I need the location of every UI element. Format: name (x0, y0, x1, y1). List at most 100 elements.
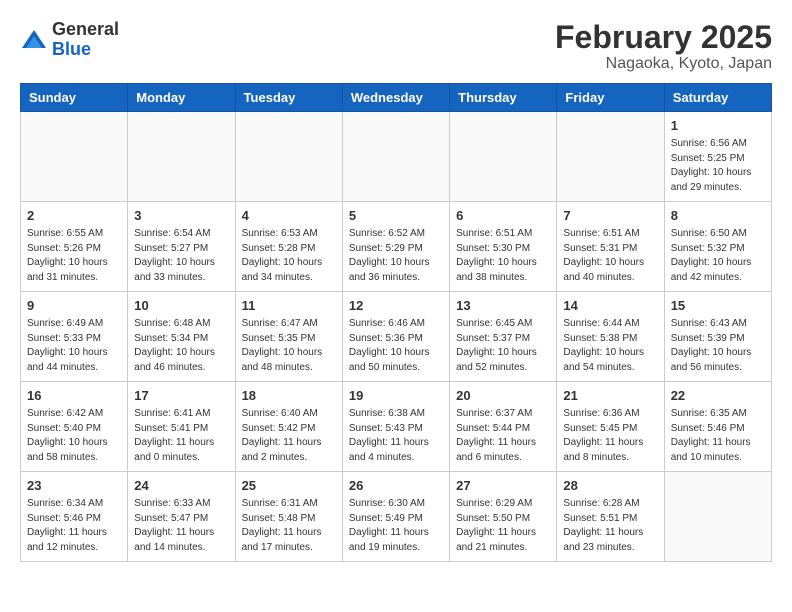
calendar-cell: 5 Sunrise: 6:52 AM Sunset: 5:29 PM Daylig… (342, 202, 449, 292)
calendar-cell: 3 Sunrise: 6:54 AM Sunset: 5:27 PM Daylig… (128, 202, 235, 292)
day-number: 13 (456, 297, 550, 315)
weekday-header-tuesday: Tuesday (235, 84, 342, 112)
calendar-cell: 12 Sunrise: 6:46 AM Sunset: 5:36 PM Dayli… (342, 292, 449, 382)
week-row-2: 2 Sunrise: 6:55 AM Sunset: 5:26 PM Daylig… (21, 202, 772, 292)
weekday-header-saturday: Saturday (664, 84, 771, 112)
calendar-cell (128, 112, 235, 202)
day-number: 11 (242, 297, 336, 315)
calendar-cell: 26Sunrise: 6:30 AM Sunset: 5:49 PM Dayli… (342, 472, 449, 562)
day-info: Sunrise: 6:28 AM Sunset: 5:51 PM Dayligh… (563, 497, 657, 555)
logo: General Blue (20, 20, 119, 60)
calendar-cell (235, 112, 342, 202)
weekday-header-sunday: Sunday (21, 84, 128, 112)
calendar-body: 1Sunrise: 6:56 AM Sunset: 5:25 PM Daylig… (21, 112, 772, 562)
calendar-cell: 17 Sunrise: 6:41 AM Sunset: 5:41 PM Dayli… (128, 382, 235, 472)
day-number: 15 (671, 297, 765, 315)
calendar-cell: 9Sunrise: 6:49 AM Sunset: 5:33 PM Daylig… (21, 292, 128, 382)
day-info: Sunrise: 6:33 AM Sunset: 5:47 PM Dayligh… (134, 497, 228, 555)
day-info: Sunrise: 6:51 AM Sunset: 5:31 PM Dayligh… (563, 227, 657, 285)
location-title: Nagaoka, Kyoto, Japan (555, 55, 772, 73)
weekday-header-monday: Monday (128, 84, 235, 112)
weekday-header-wednesday: Wednesday (342, 84, 449, 112)
day-number: 16 (27, 387, 121, 405)
calendar: SundayMondayTuesdayWednesdayThursdayFrid… (20, 83, 772, 562)
day-info: Sunrise: 6:56 AM Sunset: 5:25 PM Dayligh… (671, 137, 765, 195)
week-row-3: 9Sunrise: 6:49 AM Sunset: 5:33 PM Daylig… (21, 292, 772, 382)
day-info: Sunrise: 6:42 AM Sunset: 5:40 PM Dayligh… (27, 407, 121, 465)
calendar-cell (557, 112, 664, 202)
day-number: 4 (242, 207, 336, 225)
calendar-cell: 13 Sunrise: 6:45 AM Sunset: 5:37 PM Dayli… (450, 292, 557, 382)
day-info: Sunrise: 6:46 AM Sunset: 5:36 PM Dayligh… (349, 317, 443, 375)
day-number: 12 (349, 297, 443, 315)
calendar-cell: 20 Sunrise: 6:37 AM Sunset: 5:44 PM Dayli… (450, 382, 557, 472)
day-info: Sunrise: 6:37 AM Sunset: 5:44 PM Dayligh… (456, 407, 550, 465)
calendar-cell: 1Sunrise: 6:56 AM Sunset: 5:25 PM Daylig… (664, 112, 771, 202)
calendar-cell: 23 Sunrise: 6:34 AM Sunset: 5:46 PM Dayli… (21, 472, 128, 562)
calendar-cell: 10 Sunrise: 6:48 AM Sunset: 5:34 PM Dayli… (128, 292, 235, 382)
calendar-cell: 22 Sunrise: 6:35 AM Sunset: 5:46 PM Dayli… (664, 382, 771, 472)
calendar-cell: 7 Sunrise: 6:51 AM Sunset: 5:31 PM Daylig… (557, 202, 664, 292)
day-number: 22 (671, 387, 765, 405)
calendar-cell: 18 Sunrise: 6:40 AM Sunset: 5:42 PM Dayli… (235, 382, 342, 472)
calendar-cell: 4Sunrise: 6:53 AM Sunset: 5:28 PM Daylig… (235, 202, 342, 292)
day-number: 23 (27, 477, 121, 495)
weekday-header-friday: Friday (557, 84, 664, 112)
day-number: 8 (671, 207, 765, 225)
page-header: General Blue February 2025 Nagaoka, Kyot… (20, 20, 772, 73)
calendar-cell: 16 Sunrise: 6:42 AM Sunset: 5:40 PM Dayli… (21, 382, 128, 472)
day-number: 25 (242, 477, 336, 495)
day-number: 20 (456, 387, 550, 405)
month-title: February 2025 (555, 20, 772, 55)
calendar-cell (664, 472, 771, 562)
day-number: 7 (563, 207, 657, 225)
day-info: Sunrise: 6:54 AM Sunset: 5:27 PM Dayligh… (134, 227, 228, 285)
day-info: Sunrise: 6:40 AM Sunset: 5:42 PM Dayligh… (242, 407, 336, 465)
logo-icon (20, 26, 48, 54)
day-number: 10 (134, 297, 228, 315)
day-info: Sunrise: 6:51 AM Sunset: 5:30 PM Dayligh… (456, 227, 550, 285)
day-info: Sunrise: 6:48 AM Sunset: 5:34 PM Dayligh… (134, 317, 228, 375)
calendar-cell: 2 Sunrise: 6:55 AM Sunset: 5:26 PM Daylig… (21, 202, 128, 292)
day-number: 6 (456, 207, 550, 225)
day-info: Sunrise: 6:38 AM Sunset: 5:43 PM Dayligh… (349, 407, 443, 465)
calendar-cell (450, 112, 557, 202)
day-info: Sunrise: 6:29 AM Sunset: 5:50 PM Dayligh… (456, 497, 550, 555)
day-info: Sunrise: 6:47 AM Sunset: 5:35 PM Dayligh… (242, 317, 336, 375)
week-row-4: 16 Sunrise: 6:42 AM Sunset: 5:40 PM Dayli… (21, 382, 772, 472)
day-info: Sunrise: 6:45 AM Sunset: 5:37 PM Dayligh… (456, 317, 550, 375)
day-info: Sunrise: 6:36 AM Sunset: 5:45 PM Dayligh… (563, 407, 657, 465)
day-info: Sunrise: 6:35 AM Sunset: 5:46 PM Dayligh… (671, 407, 765, 465)
calendar-cell: 27 Sunrise: 6:29 AM Sunset: 5:50 PM Dayli… (450, 472, 557, 562)
day-number: 3 (134, 207, 228, 225)
calendar-cell (342, 112, 449, 202)
calendar-header: SundayMondayTuesdayWednesdayThursdayFrid… (21, 84, 772, 112)
day-info: Sunrise: 6:43 AM Sunset: 5:39 PM Dayligh… (671, 317, 765, 375)
title-area: February 2025 Nagaoka, Kyoto, Japan (555, 20, 772, 73)
day-number: 28 (563, 477, 657, 495)
day-info: Sunrise: 6:49 AM Sunset: 5:33 PM Dayligh… (27, 317, 121, 375)
day-number: 2 (27, 207, 121, 225)
week-row-1: 1Sunrise: 6:56 AM Sunset: 5:25 PM Daylig… (21, 112, 772, 202)
day-info: Sunrise: 6:31 AM Sunset: 5:48 PM Dayligh… (242, 497, 336, 555)
day-number: 26 (349, 477, 443, 495)
weekday-row: SundayMondayTuesdayWednesdayThursdayFrid… (21, 84, 772, 112)
calendar-cell: 15 Sunrise: 6:43 AM Sunset: 5:39 PM Dayli… (664, 292, 771, 382)
day-number: 27 (456, 477, 550, 495)
calendar-cell: 6 Sunrise: 6:51 AM Sunset: 5:30 PM Daylig… (450, 202, 557, 292)
day-info: Sunrise: 6:52 AM Sunset: 5:29 PM Dayligh… (349, 227, 443, 285)
weekday-header-thursday: Thursday (450, 84, 557, 112)
logo-blue: Blue (52, 39, 91, 59)
day-info: Sunrise: 6:41 AM Sunset: 5:41 PM Dayligh… (134, 407, 228, 465)
day-number: 19 (349, 387, 443, 405)
day-number: 18 (242, 387, 336, 405)
day-info: Sunrise: 6:55 AM Sunset: 5:26 PM Dayligh… (27, 227, 121, 285)
day-number: 24 (134, 477, 228, 495)
day-number: 17 (134, 387, 228, 405)
calendar-cell: 25 Sunrise: 6:31 AM Sunset: 5:48 PM Dayli… (235, 472, 342, 562)
day-info: Sunrise: 6:44 AM Sunset: 5:38 PM Dayligh… (563, 317, 657, 375)
calendar-cell: 8Sunrise: 6:50 AM Sunset: 5:32 PM Daylig… (664, 202, 771, 292)
day-number: 5 (349, 207, 443, 225)
logo-text: General Blue (52, 20, 119, 60)
day-info: Sunrise: 6:34 AM Sunset: 5:46 PM Dayligh… (27, 497, 121, 555)
